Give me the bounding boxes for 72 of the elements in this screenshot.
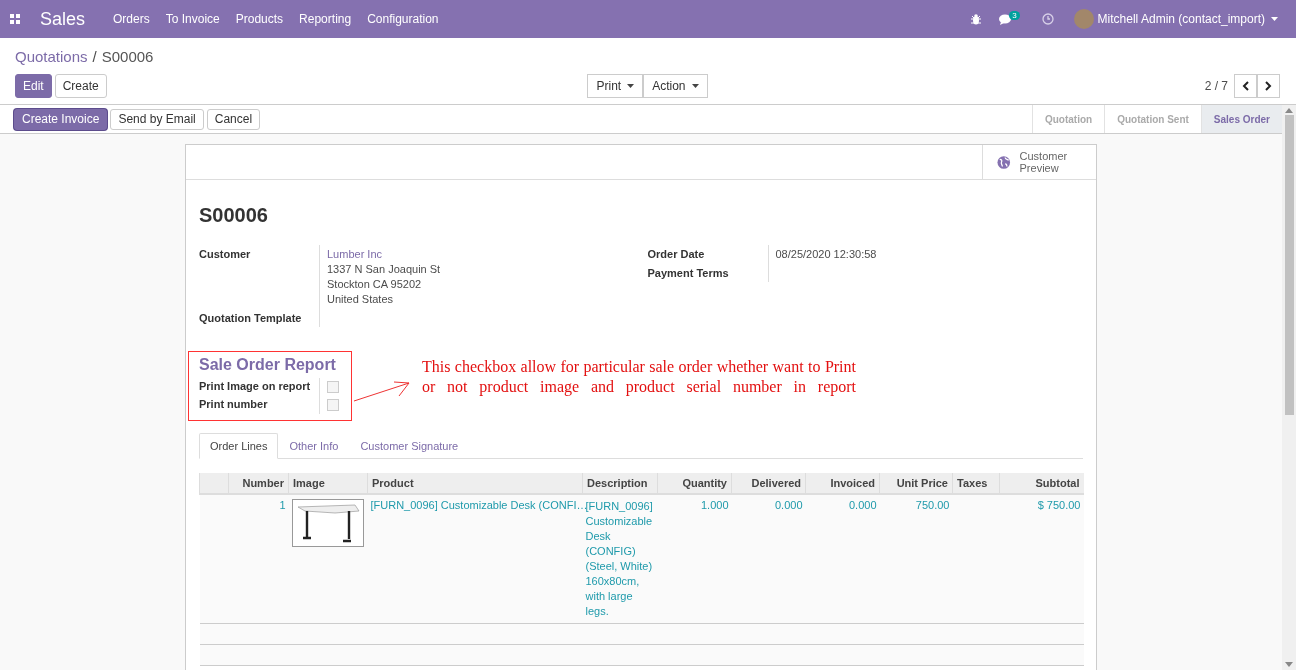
field-value: 08/25/2020 12:30:58 [775,247,878,262]
column-header[interactable]: Description [582,473,658,494]
chevron-right-icon [1265,81,1272,91]
field-label: Order Date [647,247,706,262]
status-step[interactable]: Sales Order [1200,105,1282,133]
notebook-tab[interactable]: Other Info [278,433,350,459]
dropdown-button[interactable]: Action [643,74,708,98]
scroll-up-icon[interactable] [1285,108,1293,113]
table-cell: $ 750.00 [1037,499,1081,511]
breadcrumb-link[interactable]: Quotations [15,47,88,65]
clock-icon[interactable] [1041,13,1054,25]
breadcrumb-current: S00006 [101,47,154,65]
column-header[interactable]: Product [367,473,583,494]
globe-icon [997,154,1011,170]
column-header[interactable]: Quantity [657,473,732,494]
scroll-down-icon[interactable] [1285,662,1293,667]
column-header[interactable]: Subtotal [999,473,1084,494]
header-button[interactable]: Create Invoice [14,108,108,130]
pager-value: 2 / 7 [1204,79,1228,93]
previous-button[interactable] [1234,74,1257,98]
field-label: Quotation Template [199,311,303,326]
app-name[interactable]: Sales [40,8,86,30]
field-label: Print Image on report [199,379,312,394]
field-label: Customer [199,247,252,262]
column-header[interactable]: Image [288,473,368,494]
field-label: Payment Terms [647,266,730,281]
column-header[interactable]: Invoiced [805,473,880,494]
checkbox[interactable] [327,399,339,411]
notebook-tab[interactable]: Customer Signature [349,433,470,459]
field-label: Print number [199,397,269,412]
caret-icon[interactable] [1271,17,1278,21]
table-cell-text: [FURN_0096] Customizable Desk (CONFIG) (Steel, White) 160x80cm, with large legs. [585,499,654,619]
column-header[interactable]: Unit Price [879,473,953,494]
table-cell: 0.000 [848,499,877,511]
form-button[interactable]: Create [54,74,107,98]
order-number: S00006 [199,204,269,227]
annotation-arrow [353,380,411,404]
annotation-text: This checkbox allow for particular sale order whether want to Print or not product image and product serial number in report [422,357,856,397]
column-header[interactable]: Number [228,473,289,494]
menu-item[interactable]: Products [227,12,292,26]
column-header[interactable]: Delivered [731,473,806,494]
chevron-left-icon [1242,81,1249,91]
customer-link[interactable]: Lumber Inc [327,247,628,262]
menu-item[interactable]: To Invoice [157,12,228,26]
caret-icon [627,84,635,88]
table-cell: 1 [279,499,286,511]
next-button[interactable] [1257,74,1280,98]
breadcrumb-separator: / [92,47,97,65]
notebook-tab[interactable]: Order Lines [199,433,279,459]
header-button[interactable]: Send by Email [110,108,204,130]
header-button[interactable]: Cancel [206,108,261,130]
group-title: Sale Order Report [199,356,337,374]
table-cell: 750.00 [915,499,950,511]
column-header[interactable]: Taxes [952,473,1000,494]
scrollbar[interactable] [1282,105,1296,670]
bug-icon[interactable] [971,13,982,25]
form-button[interactable]: Edit [15,74,52,98]
checkbox[interactable] [327,381,339,393]
chat-icon[interactable] [999,13,1013,25]
field-value: Stockton CA 95202 [327,277,423,292]
menu-item[interactable]: Configuration [359,12,447,26]
table-cell: 1.000 [700,499,729,511]
user-menu[interactable]: Mitchell Admin (contact_import) [1097,12,1265,26]
menu-item[interactable]: Reporting [291,12,360,26]
caret-icon [691,84,699,88]
field-value: 1337 N San Joaquin St [327,262,442,277]
message-count-badge: 3 [1009,10,1020,20]
field-value: United States [327,292,395,307]
apps-grid-icon[interactable] [10,14,20,24]
table-cell: 0.000 [774,499,803,511]
menu-item[interactable]: Orders [105,12,158,26]
dropdown-button[interactable]: Print [587,74,644,98]
